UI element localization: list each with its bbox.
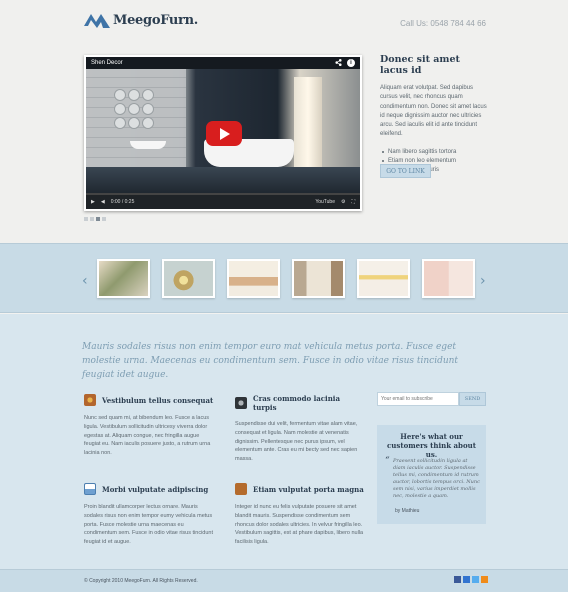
- slider-dot[interactable]: [96, 217, 100, 221]
- volume-icon[interactable]: ◀: [101, 199, 105, 205]
- testimonial-quote: “ Praesent sollicitudin ligula at diam i…: [385, 456, 481, 500]
- facebook-icon[interactable]: [454, 576, 461, 583]
- document-icon: [84, 483, 96, 495]
- testimonial-box: Here's what our customers think about us…: [377, 425, 486, 524]
- gallery-thumb[interactable]: [357, 259, 410, 298]
- video-frame[interactable]: [86, 69, 360, 197]
- send-button[interactable]: SEND: [459, 392, 486, 406]
- play-button[interactable]: [206, 121, 242, 146]
- feature-title: Etiam vulputat porta magna: [235, 483, 365, 495]
- gallery-thumb[interactable]: [162, 259, 215, 298]
- video-controls: ▶ ◀ 0:00 / 0:25 YouTube ⚙ ⛶: [86, 195, 360, 209]
- gallery-thumb[interactable]: [422, 259, 475, 298]
- feature-title-text: Etiam vulputat porta magna: [253, 484, 364, 494]
- header: MeegoFurn. Call Us: 0548 784 44 66 Shen …: [0, 0, 568, 243]
- twitter-icon[interactable]: [472, 576, 479, 583]
- gallery-thumb[interactable]: [227, 259, 280, 298]
- gallery-next-icon[interactable]: ›: [480, 273, 486, 289]
- slider-dot[interactable]: [90, 217, 94, 221]
- testimonial-title: Here's what our customers think about us…: [387, 432, 476, 459]
- feature-text: Proin blandit ullamcorper lectus ornare.…: [84, 504, 214, 546]
- feature-title: Cras commodo lacinia turpis: [235, 394, 365, 412]
- feature-title: Morbi vulputate adipiscing: [84, 483, 214, 495]
- feature-title-text: Vestibulum tellus consequat: [102, 395, 214, 405]
- brand-name: MeegoFurn.: [113, 12, 198, 28]
- gallery-thumb[interactable]: [292, 259, 345, 298]
- go-to-link-button[interactable]: GO TO LINK: [380, 164, 431, 178]
- intro-title: Donec sit amet lacus id: [380, 54, 460, 76]
- logo[interactable]: MeegoFurn.: [84, 12, 198, 28]
- video-time: 0:00 / 0:25: [110, 199, 135, 205]
- feature-title-text: Cras commodo lacinia turpis: [253, 394, 340, 412]
- rss-icon[interactable]: [481, 576, 488, 583]
- email-field[interactable]: [377, 392, 459, 406]
- testimonial-text: Praesent sollicitudin ligula at diam iac…: [393, 458, 480, 499]
- video-title: Shen Decor: [91, 60, 123, 66]
- gallery-prev-icon[interactable]: ‹: [82, 273, 88, 289]
- intro-panel: Donec sit amet lacus id Aliquam erat vol…: [380, 54, 490, 178]
- feature-block: Etiam vulputat porta magna Integer id nu…: [235, 483, 365, 547]
- slider-dot[interactable]: [102, 217, 106, 221]
- delicious-icon[interactable]: [463, 576, 470, 583]
- quote-mark-icon: “: [385, 456, 390, 466]
- slider-dots: [84, 217, 106, 221]
- intro-text: Aliquam erat volutpat. Sed dapibus cursu…: [380, 85, 487, 138]
- video-curtain: [294, 77, 322, 167]
- video-time-current: 0:00: [110, 199, 121, 205]
- testimonial-author: by Mathieu: [395, 508, 420, 514]
- footer: © Copyright 2010 MeegoFurn. All Rights R…: [0, 569, 568, 592]
- youtube-icon[interactable]: YouTube: [315, 199, 335, 205]
- newsletter-form: SEND: [377, 392, 486, 407]
- featured-quote: Mauris sodales risus non enim tempor eur…: [82, 342, 459, 380]
- share-icon[interactable]: [335, 59, 342, 68]
- settings-icon[interactable]: ⚙: [341, 199, 345, 205]
- gallery-thumbs: [97, 259, 475, 298]
- copyright-text: © Copyright 2010 MeegoFurn. All Rights R…: [84, 578, 198, 584]
- info-icon[interactable]: i: [347, 59, 355, 67]
- feature-text: Nunc sed quam mi, at bibendum leo. Fusce…: [84, 415, 211, 457]
- palette-icon: [84, 394, 96, 406]
- list-item: Nam libero sagittis tortora: [382, 148, 490, 157]
- gallery-thumb[interactable]: [97, 259, 150, 298]
- slider-dot[interactable]: [84, 217, 88, 221]
- content-section: Mauris sodales risus non enim tempor eur…: [0, 314, 568, 569]
- phone-number[interactable]: 0548 784 44 66: [430, 19, 486, 28]
- social-links: [454, 576, 488, 583]
- feature-title-text: Morbi vulputate adipiscing: [102, 484, 209, 494]
- fullscreen-icon[interactable]: ⛶: [351, 199, 355, 205]
- feature-text: Integer id nunc eu felis vulputate posue…: [235, 504, 364, 546]
- feature-text: Suspendisse dui velit, fermentum vitae a…: [235, 421, 358, 463]
- call-label: Call Us:: [400, 19, 429, 28]
- briefcase-icon: [235, 483, 247, 495]
- logo-mark-icon: [84, 14, 110, 28]
- contact-phone: Call Us: 0548 784 44 66: [400, 19, 486, 28]
- video-mirror: [114, 89, 154, 129]
- feature-block: Vestibulum tellus consequat Nunc sed qua…: [84, 394, 214, 458]
- feature-title: Vestibulum tellus consequat: [84, 394, 214, 406]
- gallery-strip: ‹ ›: [0, 243, 568, 313]
- video-player[interactable]: Shen Decor i ▶ ◀ 0:00 / 0:25 YouTube ⚙ ⛶: [84, 55, 362, 211]
- video-basin: [130, 141, 166, 149]
- play-icon[interactable]: ▶: [91, 199, 95, 205]
- camera-icon: [235, 397, 247, 409]
- feature-block: Cras commodo lacinia turpis Suspendisse …: [235, 394, 365, 464]
- video-time-total: 0:25: [124, 199, 135, 205]
- feature-block: Morbi vulputate adipiscing Proin blandit…: [84, 483, 214, 547]
